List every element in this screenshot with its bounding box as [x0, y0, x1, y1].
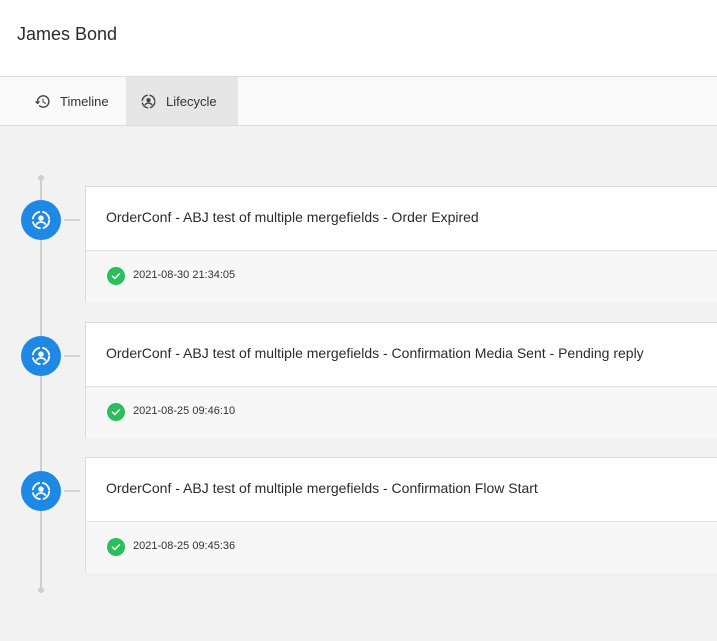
page-title: James Bond	[17, 24, 118, 44]
event-timestamp: 2021-08-25 09:45:36	[133, 540, 236, 552]
lifecycle-user-icon	[140, 93, 157, 110]
event-title: OrderConf - ABJ test of multiple mergefi…	[106, 345, 644, 361]
event-timestamp: 2021-08-25 09:46:10	[133, 405, 236, 417]
history-icon	[34, 93, 51, 110]
tab-lifecycle[interactable]: Lifecycle	[126, 77, 238, 125]
event-footer: 2021-08-25 09:45:36	[86, 521, 717, 573]
tab-lifecycle-label: Lifecycle	[166, 93, 217, 109]
timeline-connector	[64, 490, 80, 492]
page-header: James Bond	[0, 0, 717, 77]
event-card[interactable]: OrderConf - ABJ test of multiple mergefi…	[85, 322, 717, 438]
event-title: OrderConf - ABJ test of multiple mergefi…	[106, 480, 538, 496]
timeline-node-icon	[21, 200, 61, 240]
check-icon	[107, 538, 125, 556]
timeline-end-cap	[38, 587, 44, 593]
tab-timeline-label: Timeline	[60, 93, 109, 109]
event-card[interactable]: OrderConf - ABJ test of multiple mergefi…	[85, 186, 717, 302]
event-title: OrderConf - ABJ test of multiple mergefi…	[106, 209, 479, 225]
event-footer: 2021-08-30 21:34:05	[86, 250, 717, 302]
check-icon	[107, 267, 125, 285]
event-footer: 2021-08-25 09:46:10	[86, 386, 717, 438]
timeline-connector	[64, 355, 80, 357]
timeline-connector	[64, 219, 80, 221]
timeline-node-icon	[21, 471, 61, 511]
check-icon	[107, 403, 125, 421]
event-timestamp: 2021-08-30 21:34:05	[133, 269, 236, 281]
timeline-node-icon	[21, 336, 61, 376]
tab-timeline[interactable]: Timeline	[0, 77, 126, 125]
timeline-start-cap	[38, 175, 44, 181]
tab-bar: Timeline Lifecycle	[0, 77, 717, 126]
event-card[interactable]: OrderConf - ABJ test of multiple mergefi…	[85, 457, 717, 573]
